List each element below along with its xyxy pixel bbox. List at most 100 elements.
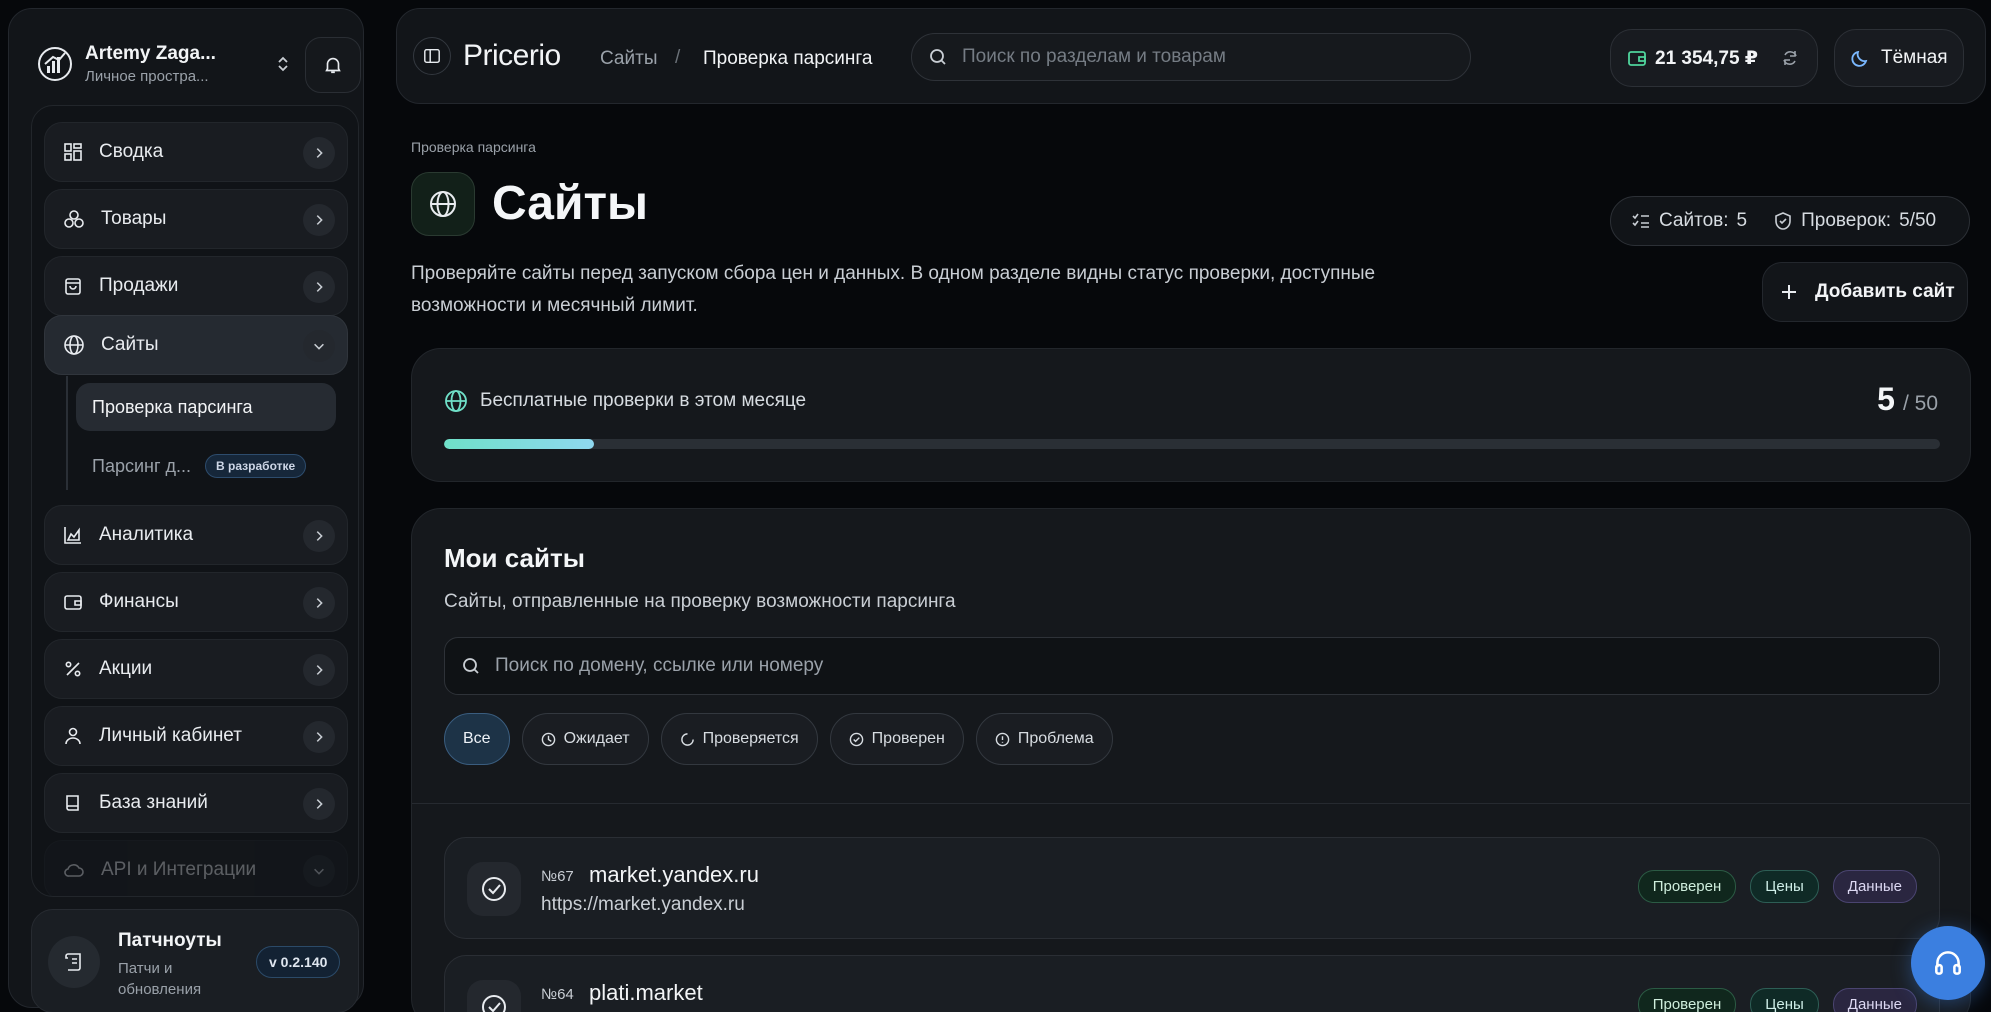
patch-notes-card[interactable]: Патчноуты Патчи и обновления v 0.2.140: [31, 909, 359, 1012]
sidebar-item-account[interactable]: Личный кабинет: [44, 706, 348, 766]
workspace-switcher[interactable]: Artemy Zaga... Личное простра...: [37, 31, 293, 97]
sidebar-subitem-parsing-data[interactable]: Парсинг д... В разработке: [76, 442, 336, 490]
site-domain: market.yandex.ru: [589, 862, 759, 887]
data-badge: Данные: [1832, 988, 1917, 1012]
filter-problem[interactable]: Проблема: [975, 713, 1113, 765]
sidebar-item-label: Сайты: [101, 334, 159, 355]
boxes-icon: [64, 210, 84, 228]
sidebar-item-label: Аналитика: [99, 524, 194, 545]
my-sites-title: Мои сайты: [444, 543, 585, 573]
balance-widget[interactable]: 21 354,75 ₽: [1610, 29, 1818, 87]
status-filters: Все Ожидает Проверяется Проверен Проблем…: [444, 713, 1125, 765]
version-badge: v 0.2.140: [256, 946, 341, 978]
free-checks-used: 5: [1877, 381, 1895, 417]
sidebar-item-api-integrations[interactable]: API и Интеграции: [44, 840, 348, 896]
sidebar-subitem-label: Парсинг д...: [92, 455, 192, 476]
sidebar-item-label: Товары: [101, 208, 167, 229]
scroll-icon: [48, 936, 100, 988]
filter-all[interactable]: Все: [444, 713, 510, 765]
sidebar-item-analytics[interactable]: Аналитика: [44, 505, 348, 565]
shopping-bag-icon: [65, 278, 81, 295]
brand-name: Pricerio: [463, 39, 561, 72]
search-icon: [463, 658, 479, 674]
stats-pill: Сайтов: 5 Проверок: 5/50: [1610, 196, 1970, 246]
area-chart-icon: [64, 527, 81, 544]
status-badge: Проверен: [1637, 870, 1737, 903]
site-row[interactable]: №67 market.yandex.ru https://market.yand…: [444, 837, 1940, 939]
chevron-right-icon: [303, 204, 335, 236]
sidebar-item-sales[interactable]: Продажи: [44, 256, 348, 316]
free-checks-progress-fill: [444, 439, 594, 449]
site-number: №64: [541, 986, 574, 1003]
chevron-right-icon: [303, 788, 335, 820]
sidebar-subitem-label: Проверка парсинга: [92, 396, 253, 417]
sidebar-nav: Сводка Товары Продажи Сайты Проверка пар…: [31, 105, 359, 897]
chevron-right-icon: [303, 137, 335, 169]
sidebar-toggle-icon: [424, 48, 440, 64]
page-description: Проверяйте сайты перед запуском сбора це…: [411, 263, 1376, 316]
my-sites-card: Мои сайты Сайты, отправленные на проверк…: [411, 508, 1971, 1012]
chevron-down-icon: [303, 330, 335, 362]
section-divider: [412, 803, 1970, 804]
site-url: https://market.yandex.ru: [541, 894, 745, 915]
notifications-button[interactable]: [305, 37, 361, 93]
sidebar-subitem-parsing-check[interactable]: Проверка парсинга: [76, 383, 336, 431]
user-icon: [65, 727, 81, 745]
support-button[interactable]: [1911, 926, 1985, 1000]
sidebar-item-label: Сводка: [99, 141, 164, 162]
book-icon: [66, 795, 79, 811]
global-search-input[interactable]: [962, 46, 1442, 68]
sidebar-item-promotions[interactable]: Акции: [44, 639, 348, 699]
sidebar-item-sites[interactable]: Сайты: [44, 315, 348, 375]
sidebar-item-label: Акции: [99, 658, 153, 679]
add-site-button[interactable]: Добавить сайт: [1762, 262, 1968, 322]
site-row[interactable]: №64 plati.market Проверен Цены Данные: [444, 955, 1940, 1012]
top-header: Pricerio Сайты / Проверка парсинга 21 35…: [396, 8, 1986, 104]
checks-count-value: 5/50: [1899, 210, 1937, 231]
prices-badge: Цены: [1750, 988, 1819, 1012]
refresh-icon[interactable]: [1780, 48, 1800, 68]
percent-icon: [65, 661, 81, 677]
filter-checked[interactable]: Проверен: [829, 713, 964, 765]
wallet-icon: [1628, 51, 1646, 66]
sidebar-item-knowledge-base[interactable]: База знаний: [44, 773, 348, 833]
sidebar-item-label: База знаний: [99, 792, 208, 813]
filter-checking[interactable]: Проверяется: [660, 713, 818, 765]
checklist-icon: [1632, 213, 1649, 228]
status-badge: Проверен: [1637, 988, 1737, 1012]
filter-pending[interactable]: Ожидает: [521, 713, 649, 765]
sidebar-item-summary[interactable]: Сводка: [44, 122, 348, 182]
chevron-right-icon: [303, 587, 335, 619]
sidebar-item-finance[interactable]: Финансы: [44, 572, 348, 632]
free-checks-label: Бесплатные проверки в этом месяце: [480, 390, 807, 411]
sites-search[interactable]: [444, 637, 1940, 695]
chevron-right-icon: [303, 654, 335, 686]
chevron-right-icon: [303, 271, 335, 303]
check-circle-icon: [467, 862, 521, 916]
theme-label: Тёмная: [1881, 47, 1948, 68]
sidebar-item-products[interactable]: Товары: [44, 189, 348, 249]
globe-icon: [445, 390, 467, 412]
check-circle-icon: [849, 732, 863, 746]
grid-icon: [64, 143, 82, 161]
sidebar-item-label: API и Интеграции: [101, 859, 257, 880]
toggle-sidebar-button[interactable]: [413, 37, 451, 75]
alert-circle-icon: [995, 732, 1010, 746]
free-checks-max: / 50: [1902, 392, 1938, 415]
balance-amount: 21 354,75 ₽: [1655, 47, 1759, 69]
workspace-name: Личное простра...: [85, 68, 209, 85]
chevron-right-icon: [303, 520, 335, 552]
search-icon: [930, 49, 946, 65]
sites-count-value: 5: [1736, 210, 1748, 231]
free-checks-counter: 5 / 50: [1877, 381, 1938, 418]
global-search[interactable]: [911, 33, 1471, 81]
theme-toggle[interactable]: Тёмная: [1834, 29, 1964, 87]
in-development-badge: В разработке: [205, 454, 307, 478]
clock-icon: [541, 732, 555, 746]
breadcrumb-sites[interactable]: Сайты: [600, 48, 657, 70]
my-sites-subtitle: Сайты, отправленные на проверку возможно…: [444, 591, 956, 612]
cloud-icon: [64, 864, 84, 877]
globe-icon: [64, 335, 84, 355]
prices-badge: Цены: [1750, 870, 1819, 903]
sites-search-input[interactable]: [495, 655, 1915, 677]
